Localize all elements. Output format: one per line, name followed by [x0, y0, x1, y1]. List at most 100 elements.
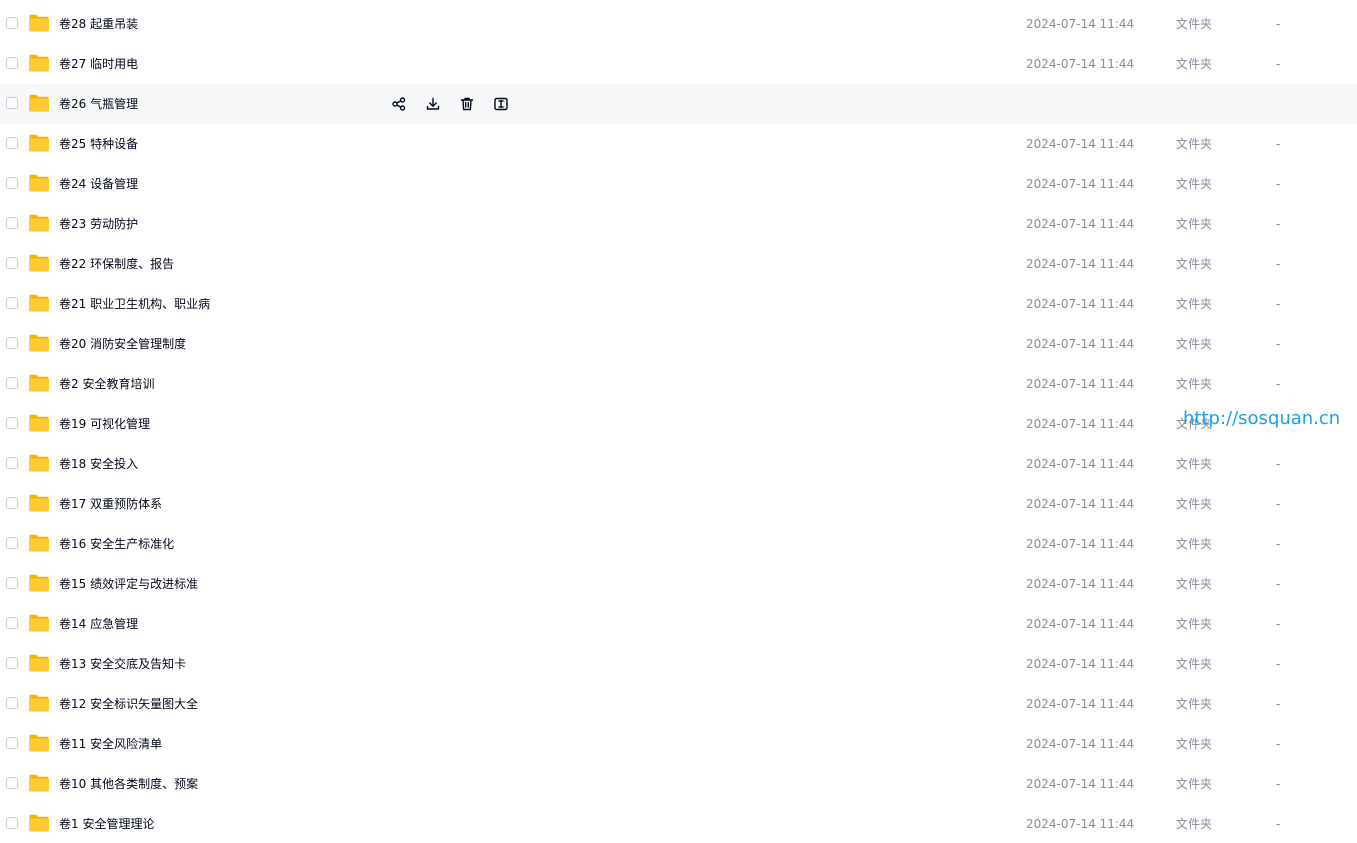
file-row[interactable]: 卷25 特种设备 2024-07-14 11:44 文件夹 - — [0, 124, 1357, 164]
row-checkbox[interactable] — [6, 497, 18, 509]
file-name[interactable]: 卷25 特种设备 — [59, 124, 138, 164]
modified-date: 2024-07-14 11:44 — [1026, 697, 1135, 711]
file-type: 文件夹 — [1176, 577, 1213, 591]
file-row[interactable]: 卷22 环保制度、报告 2024-07-14 11:44 文件夹 - — [0, 244, 1357, 284]
rename-icon[interactable] — [490, 93, 512, 115]
folder-icon — [28, 814, 50, 832]
row-checkbox[interactable] — [6, 417, 18, 429]
row-checkbox[interactable] — [6, 577, 18, 589]
file-row[interactable]: 卷24 设备管理 2024-07-14 11:44 文件夹 - — [0, 164, 1357, 204]
file-name[interactable]: 卷28 起重吊装 — [59, 4, 138, 44]
file-size: - — [1276, 17, 1281, 31]
file-row[interactable]: 卷2 安全教育培训 2024-07-14 11:44 文件夹 - — [0, 364, 1357, 404]
download-icon[interactable] — [422, 93, 444, 115]
file-size: - — [1276, 817, 1281, 831]
file-size: - — [1276, 137, 1281, 151]
file-row[interactable]: 卷19 可视化管理 2024-07-14 11:44 文件夹 — [0, 404, 1357, 444]
file-name[interactable]: 卷18 安全投入 — [59, 444, 138, 484]
folder-icon — [28, 654, 50, 672]
folder-icon — [28, 254, 50, 272]
row-checkbox[interactable] — [6, 377, 18, 389]
row-checkbox[interactable] — [6, 737, 18, 749]
row-checkbox[interactable] — [6, 97, 18, 109]
file-type: 文件夹 — [1176, 377, 1213, 391]
file-type: 文件夹 — [1176, 457, 1213, 471]
file-name[interactable]: 卷22 环保制度、报告 — [59, 244, 174, 284]
file-size: - — [1276, 177, 1281, 191]
file-name[interactable]: 卷27 临时用电 — [59, 44, 138, 84]
file-type: 文件夹 — [1176, 137, 1213, 151]
file-row[interactable]: 卷18 安全投入 2024-07-14 11:44 文件夹 - — [0, 444, 1357, 484]
file-name[interactable]: 卷13 安全交底及告知卡 — [59, 644, 186, 684]
file-name[interactable]: 卷15 绩效评定与改进标准 — [59, 564, 198, 604]
row-checkbox[interactable] — [6, 537, 18, 549]
file-row[interactable]: 卷28 起重吊装 2024-07-14 11:44 文件夹 - — [0, 4, 1357, 44]
file-type: 文件夹 — [1176, 337, 1213, 351]
row-checkbox[interactable] — [6, 457, 18, 469]
file-type: 文件夹 — [1176, 537, 1213, 551]
row-checkbox[interactable] — [6, 257, 18, 269]
row-checkbox[interactable] — [6, 17, 18, 29]
file-name[interactable]: 卷26 气瓶管理 — [59, 84, 138, 124]
file-size: - — [1276, 257, 1281, 271]
file-size: - — [1276, 297, 1281, 311]
file-row[interactable]: 卷12 安全标识矢量图大全 2024-07-14 11:44 文件夹 - — [0, 684, 1357, 724]
file-name[interactable]: 卷14 应急管理 — [59, 604, 138, 644]
file-row[interactable]: 卷14 应急管理 2024-07-14 11:44 文件夹 - — [0, 604, 1357, 644]
row-checkbox[interactable] — [6, 777, 18, 789]
folder-icon — [28, 334, 50, 352]
row-checkbox[interactable] — [6, 337, 18, 349]
file-type: 文件夹 — [1176, 657, 1213, 671]
share-icon[interactable] — [388, 93, 410, 115]
file-row[interactable]: 卷16 安全生产标准化 2024-07-14 11:44 文件夹 - — [0, 524, 1357, 564]
folder-icon — [28, 494, 50, 512]
file-row[interactable]: 卷13 安全交底及告知卡 2024-07-14 11:44 文件夹 - — [0, 644, 1357, 684]
file-name[interactable]: 卷11 安全风险清单 — [59, 724, 162, 764]
file-size: - — [1276, 657, 1281, 671]
row-checkbox[interactable] — [6, 177, 18, 189]
folder-icon — [28, 574, 50, 592]
folder-icon — [28, 534, 50, 552]
file-name[interactable]: 卷24 设备管理 — [59, 164, 138, 204]
file-name[interactable]: 卷21 职业卫生机构、职业病 — [59, 284, 210, 324]
row-checkbox[interactable] — [6, 697, 18, 709]
folder-icon — [28, 454, 50, 472]
file-name[interactable]: 卷23 劳动防护 — [59, 204, 138, 244]
row-checkbox[interactable] — [6, 817, 18, 829]
file-row[interactable]: 卷17 双重预防体系 2024-07-14 11:44 文件夹 - — [0, 484, 1357, 524]
row-checkbox[interactable] — [6, 217, 18, 229]
modified-date: 2024-07-14 11:44 — [1026, 817, 1135, 831]
folder-icon — [28, 294, 50, 312]
file-name[interactable]: 卷10 其他各类制度、预案 — [59, 764, 198, 804]
file-name[interactable]: 卷1 安全管理理论 — [59, 804, 154, 843]
delete-icon[interactable] — [456, 93, 478, 115]
row-checkbox[interactable] — [6, 617, 18, 629]
file-size: - — [1276, 777, 1281, 791]
file-name[interactable]: 卷16 安全生产标准化 — [59, 524, 174, 564]
modified-date: 2024-07-14 11:44 — [1026, 297, 1135, 311]
file-row[interactable]: 卷23 劳动防护 2024-07-14 11:44 文件夹 - — [0, 204, 1357, 244]
row-checkbox[interactable] — [6, 657, 18, 669]
file-row[interactable]: 卷15 绩效评定与改进标准 2024-07-14 11:44 文件夹 - — [0, 564, 1357, 604]
file-name[interactable]: 卷17 双重预防体系 — [59, 484, 162, 524]
file-type: 文件夹 — [1176, 697, 1213, 711]
modified-date: 2024-07-14 11:44 — [1026, 177, 1135, 191]
file-size: - — [1276, 617, 1281, 631]
file-name[interactable]: 卷20 消防安全管理制度 — [59, 324, 186, 364]
row-checkbox[interactable] — [6, 297, 18, 309]
folder-icon — [28, 214, 50, 232]
file-name[interactable]: 卷19 可视化管理 — [59, 404, 150, 444]
row-checkbox[interactable] — [6, 137, 18, 149]
modified-date: 2024-07-14 11:44 — [1026, 657, 1135, 671]
folder-icon — [28, 134, 50, 152]
file-row[interactable]: 卷1 安全管理理论 2024-07-14 11:44 文件夹 - — [0, 804, 1357, 843]
file-name[interactable]: 卷2 安全教育培训 — [59, 364, 154, 404]
file-row[interactable]: 卷20 消防安全管理制度 2024-07-14 11:44 文件夹 - — [0, 324, 1357, 364]
file-row[interactable]: 卷26 气瓶管理 — [0, 84, 1357, 124]
file-name[interactable]: 卷12 安全标识矢量图大全 — [59, 684, 198, 724]
row-checkbox[interactable] — [6, 57, 18, 69]
file-row[interactable]: 卷21 职业卫生机构、职业病 2024-07-14 11:44 文件夹 - — [0, 284, 1357, 324]
file-row[interactable]: 卷11 安全风险清单 2024-07-14 11:44 文件夹 - — [0, 724, 1357, 764]
file-row[interactable]: 卷10 其他各类制度、预案 2024-07-14 11:44 文件夹 - — [0, 764, 1357, 804]
file-row[interactable]: 卷27 临时用电 2024-07-14 11:44 文件夹 - — [0, 44, 1357, 84]
